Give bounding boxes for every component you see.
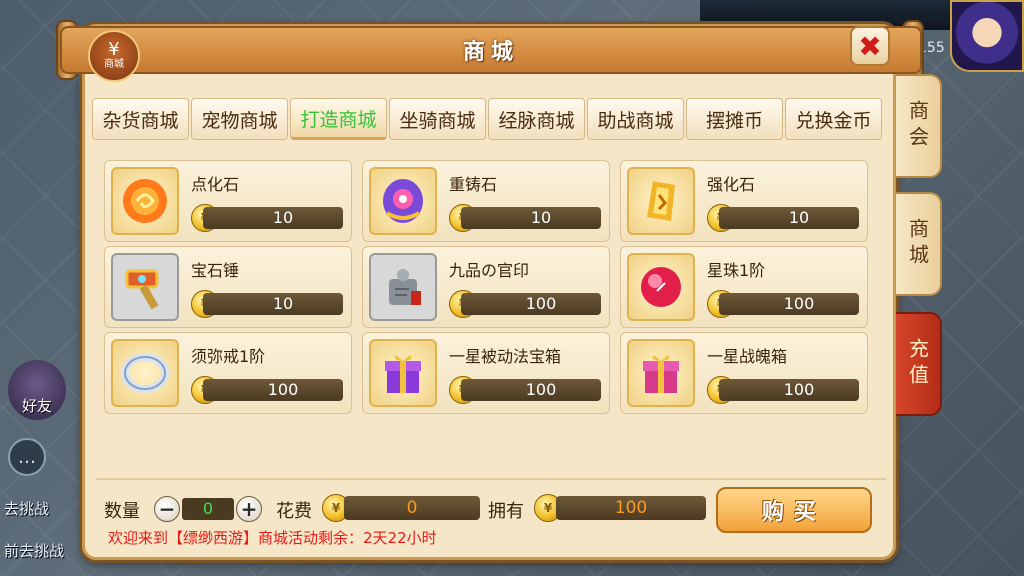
tab-category[interactable]: 宠物商城 xyxy=(191,98,288,140)
buy-button[interactable]: 购买 xyxy=(716,487,872,533)
friends-label: 好友 xyxy=(21,397,52,415)
item-card[interactable]: 星珠1阶 ¥ 100 xyxy=(620,246,868,328)
title-bar: 商城 xyxy=(60,26,922,74)
item-name: 星珠1阶 xyxy=(707,261,766,280)
item-price: 10 xyxy=(719,207,859,229)
owned-label: 拥有 xyxy=(488,501,524,522)
item-name: 强化石 xyxy=(707,175,756,194)
red-star-pearl-icon xyxy=(627,253,695,321)
item-price: 10 xyxy=(203,293,343,315)
friends-button[interactable]: 好友 xyxy=(8,360,66,420)
side-tab-guild-shop[interactable]: 商会 xyxy=(896,74,942,178)
purple-gem-stone-icon xyxy=(369,167,437,235)
orange-swirl-stone-icon xyxy=(111,167,179,235)
increase-quantity-button[interactable]: + xyxy=(236,496,262,522)
gift-box-icon xyxy=(627,339,695,407)
yen-glyph: ¥ xyxy=(108,39,120,60)
item-price: 100 xyxy=(203,379,343,401)
side-tab-recharge[interactable]: 充值 xyxy=(896,312,942,416)
tab-category[interactable]: 坐骑商城 xyxy=(389,98,486,140)
quantity-input[interactable]: 0 xyxy=(182,498,234,520)
player-avatar[interactable] xyxy=(950,0,1024,72)
item-card[interactable]: 须弥戒1阶 ¥ 100 xyxy=(104,332,352,414)
tab-category[interactable]: 兑换金币 xyxy=(785,98,882,140)
welcome-message: 欢迎来到【缥缈西游】商城活动剩余：2天22小时 xyxy=(108,529,437,547)
item-card[interactable]: 重铸石 ¥ 10 xyxy=(362,160,610,242)
gold-crystal-stone-icon xyxy=(627,167,695,235)
tab-category[interactable]: 摆摊币 xyxy=(686,98,783,140)
item-card[interactable]: 一星被动法宝箱 ¥ 100 xyxy=(362,332,610,414)
item-name: 九品の官印 xyxy=(449,261,530,280)
tab-category-active[interactable]: 打造商城 xyxy=(290,98,387,140)
owned-value: 100 xyxy=(556,496,706,520)
item-grid: 点化石 ¥ 10 重铸石 ¥ 10 强化石 ¥ 10 宝石锤 ¥ 10 九品の官… xyxy=(104,160,874,414)
item-name: 重铸石 xyxy=(449,175,498,194)
emblem-label: 商城 xyxy=(104,59,124,70)
close-icon: ✖ xyxy=(858,29,882,63)
decrease-quantity-button[interactable]: − xyxy=(154,496,180,522)
item-price: 100 xyxy=(461,293,601,315)
tab-category[interactable]: 经脉商城 xyxy=(488,98,585,140)
item-name: 须弥戒1阶 xyxy=(191,347,266,366)
item-card[interactable]: 点化石 ¥ 10 xyxy=(104,160,352,242)
go-challenge-text[interactable]: 前去挑战 xyxy=(4,540,64,561)
side-tab-shop[interactable]: 商城 xyxy=(896,192,942,296)
cost-value: 0 xyxy=(344,496,480,520)
category-tabs: 杂货商城 宠物商城 打造商城 坐骑商城 经脉商城 助战商城 摆摊币 兑换金币 xyxy=(92,98,882,142)
item-card[interactable]: 宝石锤 ¥ 10 xyxy=(104,246,352,328)
divider xyxy=(96,478,886,480)
item-price: 100 xyxy=(719,379,859,401)
cost-label: 花费 xyxy=(276,501,312,522)
dialog-title: 商城 xyxy=(462,40,519,65)
silver-ring-icon xyxy=(111,339,179,407)
item-price: 100 xyxy=(719,293,859,315)
item-card[interactable]: 强化石 ¥ 10 xyxy=(620,160,868,242)
item-name: 宝石锤 xyxy=(191,261,240,280)
chat-bubble-icon[interactable]: … xyxy=(8,438,46,476)
close-button[interactable]: ✖ xyxy=(850,26,890,66)
item-card[interactable]: 一星战魄箱 ¥ 100 xyxy=(620,332,868,414)
shop-emblem-icon: ¥ 商城 xyxy=(88,30,140,82)
tab-category[interactable]: 杂货商城 xyxy=(92,98,189,140)
item-name: 一星被动法宝箱 xyxy=(449,347,562,366)
item-name: 点化石 xyxy=(191,175,240,194)
gift-box-icon xyxy=(369,339,437,407)
challenge-text[interactable]: 去挑战 xyxy=(4,498,49,519)
item-price: 100 xyxy=(461,379,601,401)
quantity-label: 数量 xyxy=(104,501,140,522)
item-price: 10 xyxy=(461,207,601,229)
gem-hammer-icon xyxy=(111,253,179,321)
item-card[interactable]: 九品の官印 ¥ 100 xyxy=(362,246,610,328)
item-name: 一星战魄箱 xyxy=(707,347,788,366)
official-seal-icon xyxy=(369,253,437,321)
tab-category[interactable]: 助战商城 xyxy=(587,98,684,140)
item-price: 10 xyxy=(203,207,343,229)
